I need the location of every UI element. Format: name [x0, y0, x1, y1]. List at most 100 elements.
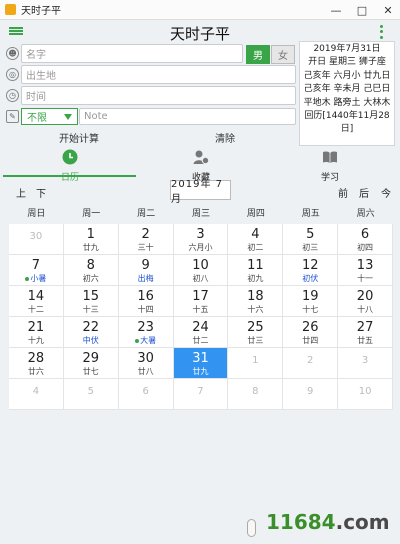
app-header: 天时子平 [0, 21, 400, 43]
info-line: 回历[1440年11月28日] [304, 111, 390, 134]
lunar-text: 中伏 [82, 336, 99, 345]
day-number: 5 [306, 227, 315, 242]
gender-male-button[interactable]: 男 [246, 45, 270, 64]
calendar-day[interactable]: 9 [283, 379, 339, 410]
info-line: 己亥年 辛未月 己巳日 [303, 84, 391, 94]
more-options-icon[interactable] [376, 24, 386, 40]
watermark-suffix: .com [335, 510, 390, 534]
day-number: 31 [192, 351, 209, 366]
calendar-day[interactable]: 28 廿六 [9, 348, 64, 379]
next-year-button[interactable]: 下 [36, 185, 46, 200]
calendar-day[interactable]: 8 初六 [63, 255, 119, 286]
prev-year-button[interactable]: 上 [16, 185, 26, 200]
calendar-day[interactable]: 5 [63, 379, 119, 410]
calendar-day[interactable]: 30 廿八 [118, 348, 174, 379]
close-button[interactable]: ✕ [376, 0, 400, 20]
calendar-day[interactable]: 27 廿五 [338, 317, 393, 348]
today-button[interactable]: 今 [381, 185, 391, 200]
time-input[interactable]: 时间 [21, 86, 296, 105]
calendar-day[interactable]: 4 [9, 379, 64, 410]
maximize-button[interactable]: □ [350, 0, 374, 20]
calendar-day[interactable]: 3 [338, 348, 393, 379]
calendar-day[interactable]: 2 三十 [118, 224, 174, 255]
calendar-day[interactable]: 24 廿二 [173, 317, 229, 348]
calendar-day[interactable]: 4 初二 [228, 224, 284, 255]
calendar-day[interactable]: 7 [173, 379, 229, 410]
calendar-day[interactable]: 10 [338, 379, 393, 410]
lunar-date: 廿九 [64, 242, 118, 253]
lunar-date: 十七 [283, 304, 337, 315]
calendar-day[interactable]: 1 廿九 [63, 224, 119, 255]
calendar-day[interactable]: 30 [9, 224, 64, 255]
tab-study[interactable]: 学习 [294, 149, 366, 183]
calendar-day[interactable]: 19 十七 [283, 286, 339, 317]
gender-female-button[interactable]: 女 [271, 45, 295, 64]
calendar-day[interactable]: 23 大暑 [118, 317, 174, 348]
next-month-button[interactable]: 后 [359, 185, 369, 200]
calculate-button[interactable]: 开始计算 [40, 130, 118, 145]
calendar-day[interactable]: 13 十一 [338, 255, 393, 286]
day-number: 23 [137, 320, 154, 335]
calendar-day[interactable]: 22 中伏 [63, 317, 119, 348]
day-number: 7 [31, 258, 41, 273]
day-number: 6 [360, 227, 370, 242]
clock-icon: ◷ [6, 89, 19, 102]
info-line: 平地木 路旁土 大林木 [303, 97, 391, 108]
day-number: 17 [192, 289, 209, 304]
calendar-day[interactable]: 11 初九 [228, 255, 284, 286]
calendar-day[interactable]: 14 十二 [9, 286, 64, 317]
lunar-date: 初八 [174, 273, 228, 284]
calendar-day[interactable]: 5 初三 [283, 224, 339, 255]
calendar-day[interactable]: 26 廿四 [283, 317, 339, 348]
calendar-day[interactable]: 17 十五 [173, 286, 229, 317]
calendar-day[interactable]: 6 [118, 379, 174, 410]
calendar-day[interactable]: 7 小暑 [9, 255, 64, 286]
lunar-date: 初二 [228, 242, 282, 253]
clear-button[interactable]: 清除 [190, 130, 260, 145]
calendar-day[interactable]: 6 初四 [338, 224, 393, 255]
day-number: 30 [29, 231, 43, 242]
calendar-day[interactable]: 18 十六 [228, 286, 284, 317]
calendar-day-selected[interactable]: 31 廿九 [173, 348, 229, 379]
watermark: 11684.com [266, 510, 390, 534]
lunar-date: 廿七 [64, 366, 118, 377]
calendar-day[interactable]: 25 廿三 [228, 317, 284, 348]
calendar-day[interactable]: 8 [228, 379, 284, 410]
day-number: 27 [356, 320, 374, 335]
birthplace-input[interactable]: 出生地 [21, 65, 296, 84]
calendar-day[interactable]: 20 十八 [338, 286, 393, 317]
note-input[interactable]: Note [79, 108, 296, 125]
calendar-day[interactable]: 21 十九 [9, 317, 64, 348]
category-select[interactable]: 不限 [21, 108, 78, 125]
lunar-date: 廿六 [9, 366, 63, 377]
lunar-text: 初六 [82, 274, 99, 283]
day-number: 13 [356, 258, 374, 273]
minimize-button[interactable]: — [324, 0, 348, 20]
calendar-day[interactable]: 3 六月小 [173, 224, 229, 255]
calendar-day[interactable]: 9 出梅 [118, 255, 174, 286]
prev-month-button[interactable]: 前 [338, 185, 348, 200]
calendar-day[interactable]: 1 [228, 348, 284, 379]
month-selector[interactable]: 2019年 7 月 [170, 179, 231, 205]
name-input[interactable]: 名字 [21, 44, 243, 63]
day-number: 6 [142, 386, 149, 397]
calendar-day[interactable]: 2 [283, 348, 339, 379]
weekday-label: 周日 [27, 209, 46, 219]
day-number: 7 [197, 386, 204, 397]
lunar-date: 初六 [64, 273, 118, 284]
lunar-text: 初三 [302, 243, 319, 252]
calendar-day[interactable]: 10 初八 [173, 255, 229, 286]
lunar-text: 廿二 [192, 336, 209, 345]
scroll-handle[interactable] [247, 519, 256, 537]
day-number: 8 [252, 386, 259, 397]
calendar-day[interactable]: 12 初伏 [283, 255, 339, 286]
day-number: 26 [301, 320, 319, 335]
lunar-date: 廿二 [174, 335, 228, 346]
calendar-day[interactable]: 16 十四 [118, 286, 174, 317]
watermark-brand: 11684 [266, 510, 336, 534]
day-number: 29 [82, 351, 100, 366]
calendar-day[interactable]: 29 廿七 [63, 348, 119, 379]
day-number: 28 [27, 351, 45, 366]
calendar-day[interactable]: 15 十三 [63, 286, 119, 317]
tab-calendar[interactable]: 日历 [34, 149, 106, 183]
